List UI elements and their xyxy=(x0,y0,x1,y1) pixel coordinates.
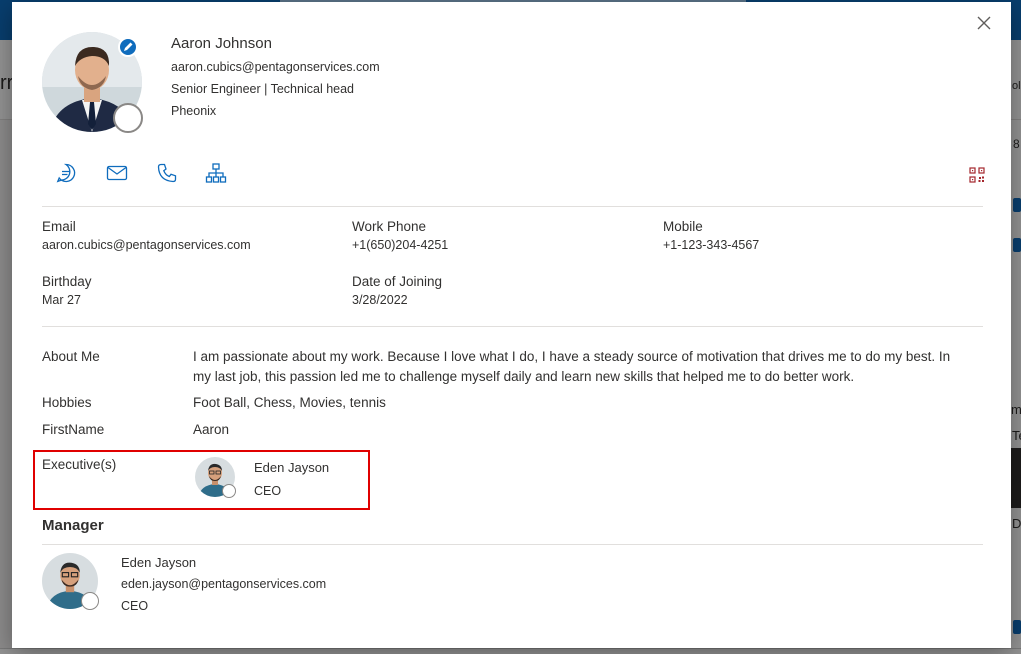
presence-indicator xyxy=(222,484,236,498)
phone-icon xyxy=(157,163,177,183)
section-divider xyxy=(42,544,983,545)
manager-heading: Manager xyxy=(42,517,104,534)
presence-indicator xyxy=(113,103,143,133)
close-button[interactable] xyxy=(974,13,994,33)
executives-label: Executive(s) xyxy=(42,457,117,472)
executive-name[interactable]: Eden Jayson xyxy=(254,460,329,475)
date-of-joining-value: 3/28/2022 xyxy=(352,293,408,307)
firstname-label: FirstName xyxy=(42,422,105,437)
section-divider xyxy=(42,326,983,327)
mail-icon xyxy=(106,165,128,181)
manager-name[interactable]: Eden Jayson xyxy=(121,555,196,570)
pencil-icon xyxy=(124,42,133,51)
qr-code-button[interactable] xyxy=(969,167,985,183)
hobbies-value: Foot Ball, Chess, Movies, tennis xyxy=(193,395,386,410)
date-of-joining-label: Date of Joining xyxy=(352,274,443,289)
close-icon xyxy=(977,16,991,30)
about-me-label: About Me xyxy=(42,349,100,364)
profile-name: Aaron Johnson xyxy=(171,35,272,52)
edit-profile-button[interactable] xyxy=(118,37,138,57)
profile-email: aaron.cubics@pentagonservices.com xyxy=(171,60,380,74)
work-phone-label: Work Phone xyxy=(352,219,427,234)
birthday-label: Birthday xyxy=(42,274,92,289)
email-value[interactable]: aaron.cubics@pentagonservices.com xyxy=(42,238,251,252)
chat-button[interactable] xyxy=(55,162,77,184)
about-me-value: I am passionate about my work. Because I… xyxy=(193,349,951,384)
work-phone-value[interactable]: +1(650)204-4251 xyxy=(352,238,448,252)
section-divider xyxy=(42,206,983,207)
mobile-value[interactable]: +1-123-343-4567 xyxy=(663,238,759,252)
chat-icon xyxy=(56,163,76,183)
email-label: Email xyxy=(42,219,76,234)
mail-button[interactable] xyxy=(106,162,128,184)
profile-job-title: Senior Engineer | Technical head xyxy=(171,82,355,96)
executive-title: CEO xyxy=(254,484,282,498)
mobile-label: Mobile xyxy=(663,219,703,234)
qr-code-icon xyxy=(969,167,985,183)
manager-email[interactable]: eden.jayson@pentagonservices.com xyxy=(121,577,326,591)
hobbies-label: Hobbies xyxy=(42,395,92,410)
birthday-value: Mar 27 xyxy=(42,293,81,307)
profile-dialog: Aaron Johnson aaron.cubics@pentagonservi… xyxy=(12,2,1011,648)
org-chart-icon xyxy=(205,163,227,183)
firstname-value: Aaron xyxy=(193,422,230,437)
manager-title: CEO xyxy=(121,599,149,613)
call-button[interactable] xyxy=(156,162,178,184)
profile-location: Pheonix xyxy=(171,104,217,118)
org-chart-button[interactable] xyxy=(205,162,227,184)
presence-indicator xyxy=(81,592,99,610)
